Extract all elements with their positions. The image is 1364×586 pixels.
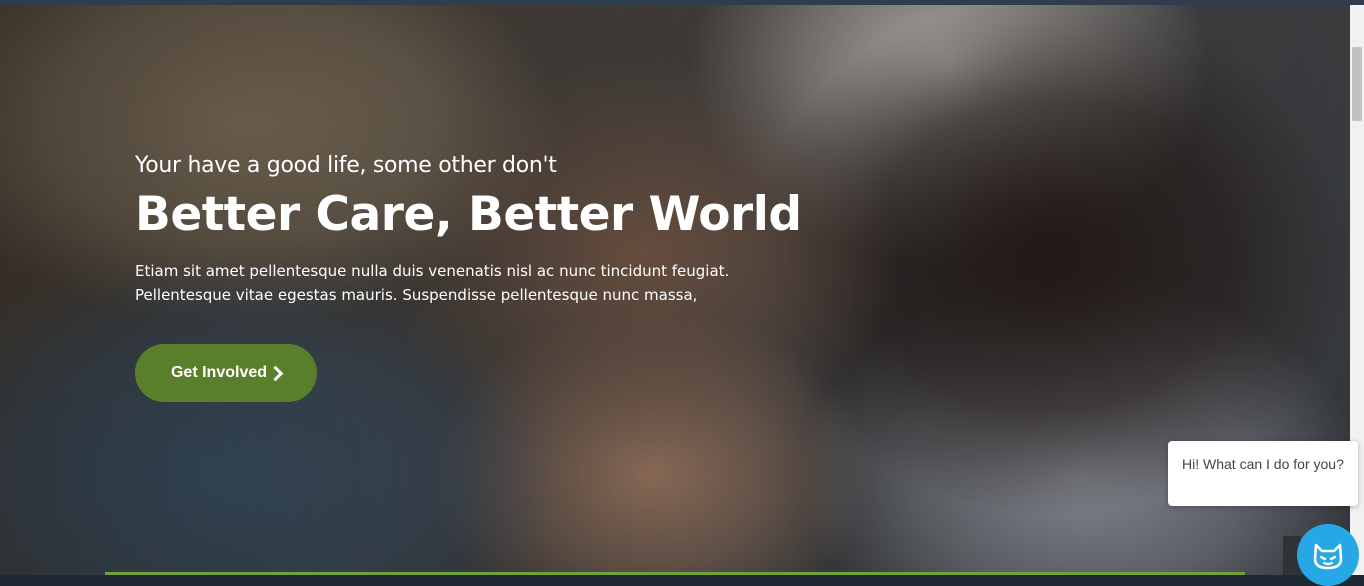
hero-tagline: Your have a good life, some other don't bbox=[135, 153, 557, 178]
hero-content: Your have a good life, some other don't … bbox=[135, 151, 895, 307]
cat-face-icon bbox=[1313, 543, 1343, 570]
get-involved-label: Get Involved bbox=[170, 364, 268, 381]
hero-description-line-1: Etiam sit amet pellentesque nulla duis v… bbox=[135, 262, 730, 280]
get-involved-button[interactable]: Get Involved bbox=[135, 344, 317, 402]
chevron-right-icon bbox=[267, 365, 284, 381]
hero-description: Etiam sit amet pellentesque nulla duis v… bbox=[135, 259, 895, 307]
scrollbar-thumb[interactable] bbox=[1352, 47, 1362, 121]
chat-greeting-text: Hi! What can I do for you? bbox=[1182, 456, 1344, 472]
hero-headline: Better Care, Better World bbox=[135, 187, 802, 242]
hero-description-line-2: Pellentesque vitae egestas mauris. Suspe… bbox=[135, 286, 698, 304]
hero-banner: Your have a good life, some other don't … bbox=[0, 5, 1350, 575]
chat-greeting-bubble[interactable]: Hi! What can I do for you? bbox=[1168, 441, 1358, 506]
chat-launcher-button[interactable] bbox=[1297, 524, 1359, 586]
top-bar bbox=[0, 0, 1364, 5]
